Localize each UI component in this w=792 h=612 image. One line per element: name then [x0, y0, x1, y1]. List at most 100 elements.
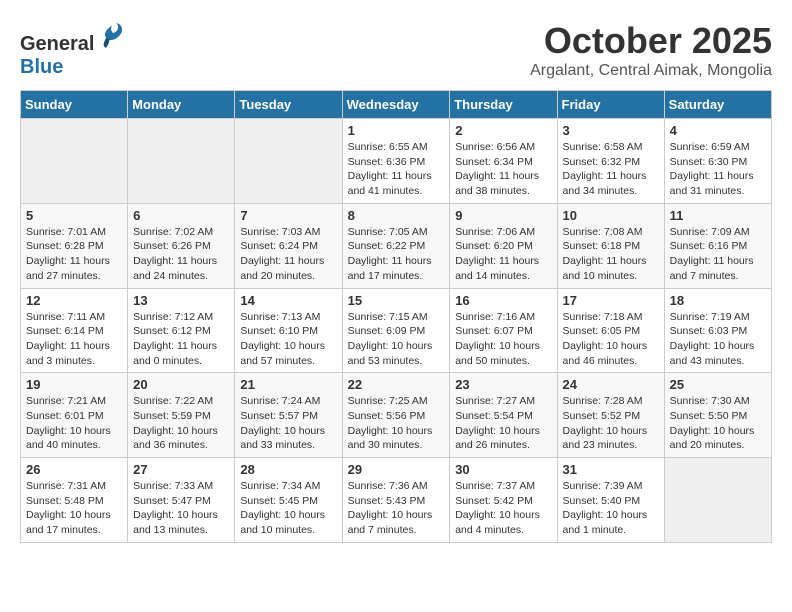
- logo-blue: Blue: [20, 56, 128, 79]
- calendar-cell: 3Sunrise: 6:58 AM Sunset: 6:32 PM Daylig…: [557, 119, 664, 204]
- day-info: Sunrise: 7:06 AM Sunset: 6:20 PM Dayligh…: [455, 225, 551, 284]
- calendar-cell: 9 Sunrise: 7:06 AM Sunset: 6:20 PM Daylig…: [450, 203, 557, 288]
- day-info: Sunrise: 6:56 AM Sunset: 6:34 PM Dayligh…: [455, 140, 551, 199]
- day-info: Sunrise: 7:33 AM Sunset: 5:47 PM Dayligh…: [133, 479, 229, 538]
- day-number: 5: [26, 208, 122, 223]
- day-number: 19: [26, 377, 122, 392]
- day-number: 27: [133, 462, 229, 477]
- column-header-friday: Friday: [557, 91, 664, 119]
- calendar-cell: [21, 119, 128, 204]
- subtitle: Argalant, Central Aimak, Mongolia: [530, 62, 772, 80]
- day-number: 21: [240, 377, 336, 392]
- logo: General Blue: [20, 20, 128, 79]
- calendar-cell: 26 Sunrise: 7:31 AM Sunset: 5:48 PM Dayli…: [21, 458, 128, 543]
- day-number: 16: [455, 293, 551, 308]
- day-info: Sunrise: 6:59 AM Sunset: 6:30 PM Dayligh…: [670, 140, 766, 199]
- day-info: Sunrise: 7:36 AM Sunset: 5:43 PM Dayligh…: [348, 479, 445, 538]
- day-info: Sunrise: 7:28 AM Sunset: 5:52 PM Dayligh…: [563, 394, 659, 453]
- calendar-cell: 11Sunrise: 7:09 AM Sunset: 6:16 PM Dayli…: [664, 203, 771, 288]
- column-header-sunday: Sunday: [21, 91, 128, 119]
- day-number: 3: [563, 123, 659, 138]
- calendar-cell: 10 Sunrise: 7:08 AM Sunset: 6:18 PM Dayli…: [557, 203, 664, 288]
- day-number: 2: [455, 123, 551, 138]
- calendar-week-2: 5 Sunrise: 7:01 AM Sunset: 6:28 PM Daylig…: [21, 203, 772, 288]
- calendar-cell: 12Sunrise: 7:11 AM Sunset: 6:14 PM Dayli…: [21, 288, 128, 373]
- day-number: 1: [348, 123, 445, 138]
- day-number: 17: [563, 293, 659, 308]
- day-number: 7: [240, 208, 336, 223]
- calendar-cell: 19Sunrise: 7:21 AM Sunset: 6:01 PM Dayli…: [21, 373, 128, 458]
- calendar-cell: 5 Sunrise: 7:01 AM Sunset: 6:28 PM Daylig…: [21, 203, 128, 288]
- page-header: General Blue October 2025 Argalant, Cent…: [20, 20, 772, 80]
- day-number: 9: [455, 208, 551, 223]
- logo-bird-icon: [98, 20, 128, 50]
- day-number: 26: [26, 462, 122, 477]
- calendar-table: SundayMondayTuesdayWednesdayThursdayFrid…: [20, 90, 772, 543]
- calendar-header-row: SundayMondayTuesdayWednesdayThursdayFrid…: [21, 91, 772, 119]
- day-info: Sunrise: 6:55 AM Sunset: 6:36 PM Dayligh…: [348, 140, 445, 199]
- month-title: October 2025: [530, 20, 772, 62]
- calendar-week-1: 1 Sunrise: 6:55 AM Sunset: 6:36 PM Daylig…: [21, 119, 772, 204]
- calendar-cell: 4 Sunrise: 6:59 AM Sunset: 6:30 PM Daylig…: [664, 119, 771, 204]
- calendar-cell: 31 Sunrise: 7:39 AM Sunset: 5:40 PM Dayli…: [557, 458, 664, 543]
- calendar-cell: 24Sunrise: 7:28 AM Sunset: 5:52 PM Dayli…: [557, 373, 664, 458]
- calendar-cell: 18 Sunrise: 7:19 AM Sunset: 6:03 PM Dayli…: [664, 288, 771, 373]
- day-number: 30: [455, 462, 551, 477]
- calendar-cell: 28Sunrise: 7:34 AM Sunset: 5:45 PM Dayli…: [235, 458, 342, 543]
- calendar-cell: 1 Sunrise: 6:55 AM Sunset: 6:36 PM Daylig…: [342, 119, 450, 204]
- day-number: 23: [455, 377, 551, 392]
- calendar-week-4: 19Sunrise: 7:21 AM Sunset: 6:01 PM Dayli…: [21, 373, 772, 458]
- column-header-saturday: Saturday: [664, 91, 771, 119]
- day-number: 25: [670, 377, 766, 392]
- calendar-cell: 14Sunrise: 7:13 AM Sunset: 6:10 PM Dayli…: [235, 288, 342, 373]
- calendar-week-3: 12Sunrise: 7:11 AM Sunset: 6:14 PM Dayli…: [21, 288, 772, 373]
- day-info: Sunrise: 7:01 AM Sunset: 6:28 PM Dayligh…: [26, 225, 122, 284]
- day-info: Sunrise: 7:31 AM Sunset: 5:48 PM Dayligh…: [26, 479, 122, 538]
- column-header-monday: Monday: [128, 91, 235, 119]
- calendar-cell: 27 Sunrise: 7:33 AM Sunset: 5:47 PM Dayli…: [128, 458, 235, 543]
- calendar-cell: 21Sunrise: 7:24 AM Sunset: 5:57 PM Dayli…: [235, 373, 342, 458]
- day-info: Sunrise: 7:37 AM Sunset: 5:42 PM Dayligh…: [455, 479, 551, 538]
- logo-text-general: General: [20, 33, 94, 55]
- day-info: Sunrise: 7:12 AM Sunset: 6:12 PM Dayligh…: [133, 310, 229, 369]
- day-number: 22: [348, 377, 445, 392]
- calendar-cell: 20 Sunrise: 7:22 AM Sunset: 5:59 PM Dayli…: [128, 373, 235, 458]
- day-info: Sunrise: 7:27 AM Sunset: 5:54 PM Dayligh…: [455, 394, 551, 453]
- calendar-cell: 30 Sunrise: 7:37 AM Sunset: 5:42 PM Dayli…: [450, 458, 557, 543]
- calendar-cell: 16 Sunrise: 7:16 AM Sunset: 6:07 PM Dayli…: [450, 288, 557, 373]
- day-number: 18: [670, 293, 766, 308]
- day-number: 13: [133, 293, 229, 308]
- day-info: Sunrise: 7:11 AM Sunset: 6:14 PM Dayligh…: [26, 310, 122, 369]
- day-info: Sunrise: 7:15 AM Sunset: 6:09 PM Dayligh…: [348, 310, 445, 369]
- day-number: 10: [563, 208, 659, 223]
- calendar-cell: 15 Sunrise: 7:15 AM Sunset: 6:09 PM Dayli…: [342, 288, 450, 373]
- day-number: 15: [348, 293, 445, 308]
- day-info: Sunrise: 7:16 AM Sunset: 6:07 PM Dayligh…: [455, 310, 551, 369]
- calendar-cell: 2 Sunrise: 6:56 AM Sunset: 6:34 PM Daylig…: [450, 119, 557, 204]
- day-info: Sunrise: 7:19 AM Sunset: 6:03 PM Dayligh…: [670, 310, 766, 369]
- calendar-cell: [128, 119, 235, 204]
- calendar-cell: 23 Sunrise: 7:27 AM Sunset: 5:54 PM Dayli…: [450, 373, 557, 458]
- calendar-cell: 25Sunrise: 7:30 AM Sunset: 5:50 PM Dayli…: [664, 373, 771, 458]
- calendar-week-5: 26 Sunrise: 7:31 AM Sunset: 5:48 PM Dayli…: [21, 458, 772, 543]
- column-header-thursday: Thursday: [450, 91, 557, 119]
- day-info: Sunrise: 7:03 AM Sunset: 6:24 PM Dayligh…: [240, 225, 336, 284]
- calendar-cell: 29Sunrise: 7:36 AM Sunset: 5:43 PM Dayli…: [342, 458, 450, 543]
- calendar-cell: 6Sunrise: 7:02 AM Sunset: 6:26 PM Daylig…: [128, 203, 235, 288]
- day-number: 20: [133, 377, 229, 392]
- calendar-cell: 13 Sunrise: 7:12 AM Sunset: 6:12 PM Dayli…: [128, 288, 235, 373]
- title-area: October 2025 Argalant, Central Aimak, Mo…: [530, 20, 772, 80]
- day-info: Sunrise: 7:02 AM Sunset: 6:26 PM Dayligh…: [133, 225, 229, 284]
- day-info: Sunrise: 7:25 AM Sunset: 5:56 PM Dayligh…: [348, 394, 445, 453]
- day-info: Sunrise: 7:22 AM Sunset: 5:59 PM Dayligh…: [133, 394, 229, 453]
- day-info: Sunrise: 7:39 AM Sunset: 5:40 PM Dayligh…: [563, 479, 659, 538]
- day-info: Sunrise: 7:08 AM Sunset: 6:18 PM Dayligh…: [563, 225, 659, 284]
- calendar-cell: 17Sunrise: 7:18 AM Sunset: 6:05 PM Dayli…: [557, 288, 664, 373]
- day-number: 28: [240, 462, 336, 477]
- day-info: Sunrise: 7:09 AM Sunset: 6:16 PM Dayligh…: [670, 225, 766, 284]
- day-number: 4: [670, 123, 766, 138]
- column-header-wednesday: Wednesday: [342, 91, 450, 119]
- logo-general: General: [20, 20, 128, 56]
- day-info: Sunrise: 7:05 AM Sunset: 6:22 PM Dayligh…: [348, 225, 445, 284]
- day-number: 31: [563, 462, 659, 477]
